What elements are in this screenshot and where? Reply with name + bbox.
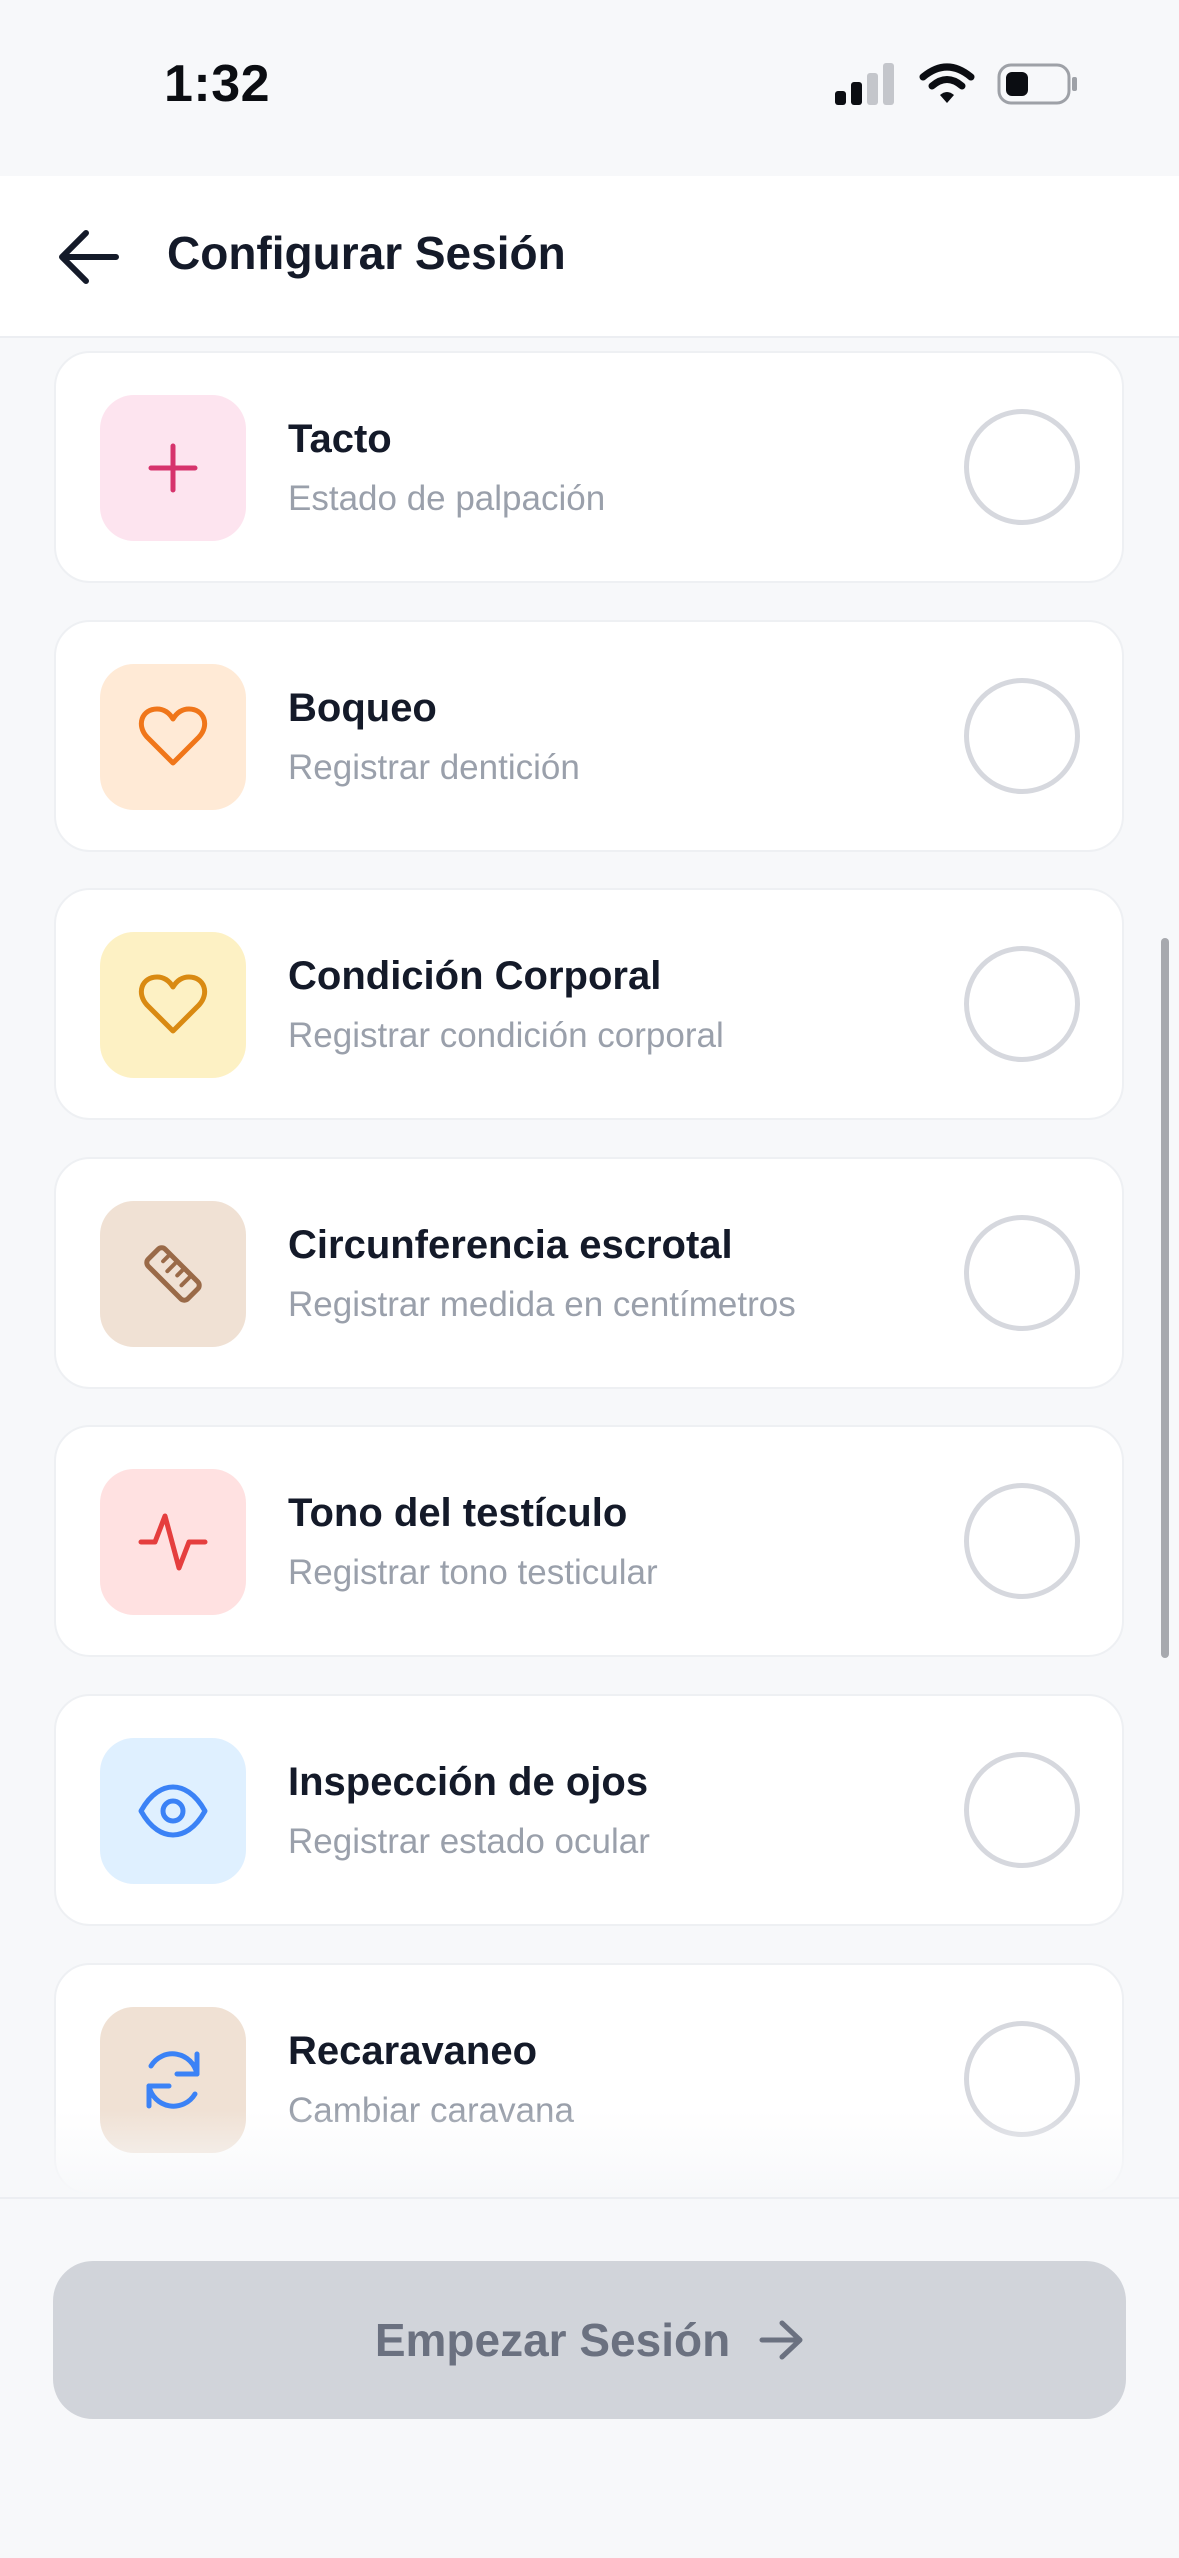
option-title: Condición Corporal (288, 954, 662, 998)
option-card-circunferencia-escrotal[interactable]: Circunferencia escrotal Registrar medida… (54, 1157, 1124, 1389)
option-icon-tile (100, 1738, 246, 1884)
option-icon-tile (100, 664, 246, 810)
status-icons (835, 62, 1079, 111)
footer: Empezar Sesión (0, 2197, 1179, 2558)
eye-icon (138, 1784, 208, 1838)
option-subtitle: Estado de palpación (288, 479, 606, 518)
option-subtitle: Registrar estado ocular (288, 1822, 650, 1861)
option-icon-tile (100, 1201, 246, 1347)
pulse-icon (138, 1513, 208, 1571)
option-title: Tono del testículo (288, 1491, 628, 1535)
option-radio[interactable] (964, 678, 1080, 794)
option-card-tacto[interactable]: Tacto Estado de palpación (54, 351, 1124, 583)
list-fade (0, 2110, 1179, 2198)
option-card-condicion-corporal[interactable]: Condición Corporal Registrar condición c… (54, 888, 1124, 1120)
option-icon-tile (100, 395, 246, 541)
arrow-right-icon (759, 2320, 803, 2360)
scrollbar[interactable] (1161, 938, 1169, 1658)
battery-icon (997, 62, 1079, 111)
status-bar: 1:32 (0, 0, 1179, 176)
back-button[interactable] (52, 220, 126, 294)
option-subtitle: Registrar medida en centímetros (288, 1285, 796, 1324)
option-title: Circunferencia escrotal (288, 1223, 733, 1267)
heart-icon (138, 706, 208, 766)
option-icon-tile (100, 1469, 246, 1615)
option-card-tono-testiculo[interactable]: Tono del testículo Registrar tono testic… (54, 1425, 1124, 1657)
option-title: Inspección de ojos (288, 1760, 649, 1804)
arrow-left-icon (59, 230, 119, 284)
option-subtitle: Registrar tono testicular (288, 1553, 658, 1592)
option-icon-tile (100, 932, 246, 1078)
option-card-inspeccion-ojos[interactable]: Inspección de ojos Registrar estado ocul… (54, 1694, 1124, 1926)
signal-icon (835, 63, 897, 110)
option-subtitle: Registrar condición corporal (288, 1016, 724, 1055)
option-list[interactable]: Tacto Estado de palpación Boqueo Registr… (0, 337, 1179, 2197)
wifi-icon (919, 63, 975, 110)
option-radio[interactable] (964, 409, 1080, 525)
option-radio[interactable] (964, 946, 1080, 1062)
page-title: Configurar Sesión (167, 227, 566, 279)
option-title: Tacto (288, 417, 392, 461)
ruler-icon (144, 1245, 202, 1303)
status-time: 1:32 (164, 55, 271, 113)
refresh-icon (146, 2051, 200, 2109)
option-card-boqueo[interactable]: Boqueo Registrar dentición (54, 620, 1124, 852)
option-subtitle: Registrar dentición (288, 748, 580, 787)
plus-icon (148, 443, 198, 493)
start-session-label: Empezar Sesión (374, 2314, 731, 2366)
option-radio[interactable] (964, 1215, 1080, 1331)
option-title: Recaravaneo (288, 2029, 538, 2073)
option-title: Boqueo (288, 686, 437, 730)
start-session-button[interactable]: Empezar Sesión (53, 2261, 1126, 2419)
heart-icon (138, 974, 208, 1034)
option-radio[interactable] (964, 1752, 1080, 1868)
option-radio[interactable] (964, 1483, 1080, 1599)
app-header: Configurar Sesión (0, 176, 1179, 338)
